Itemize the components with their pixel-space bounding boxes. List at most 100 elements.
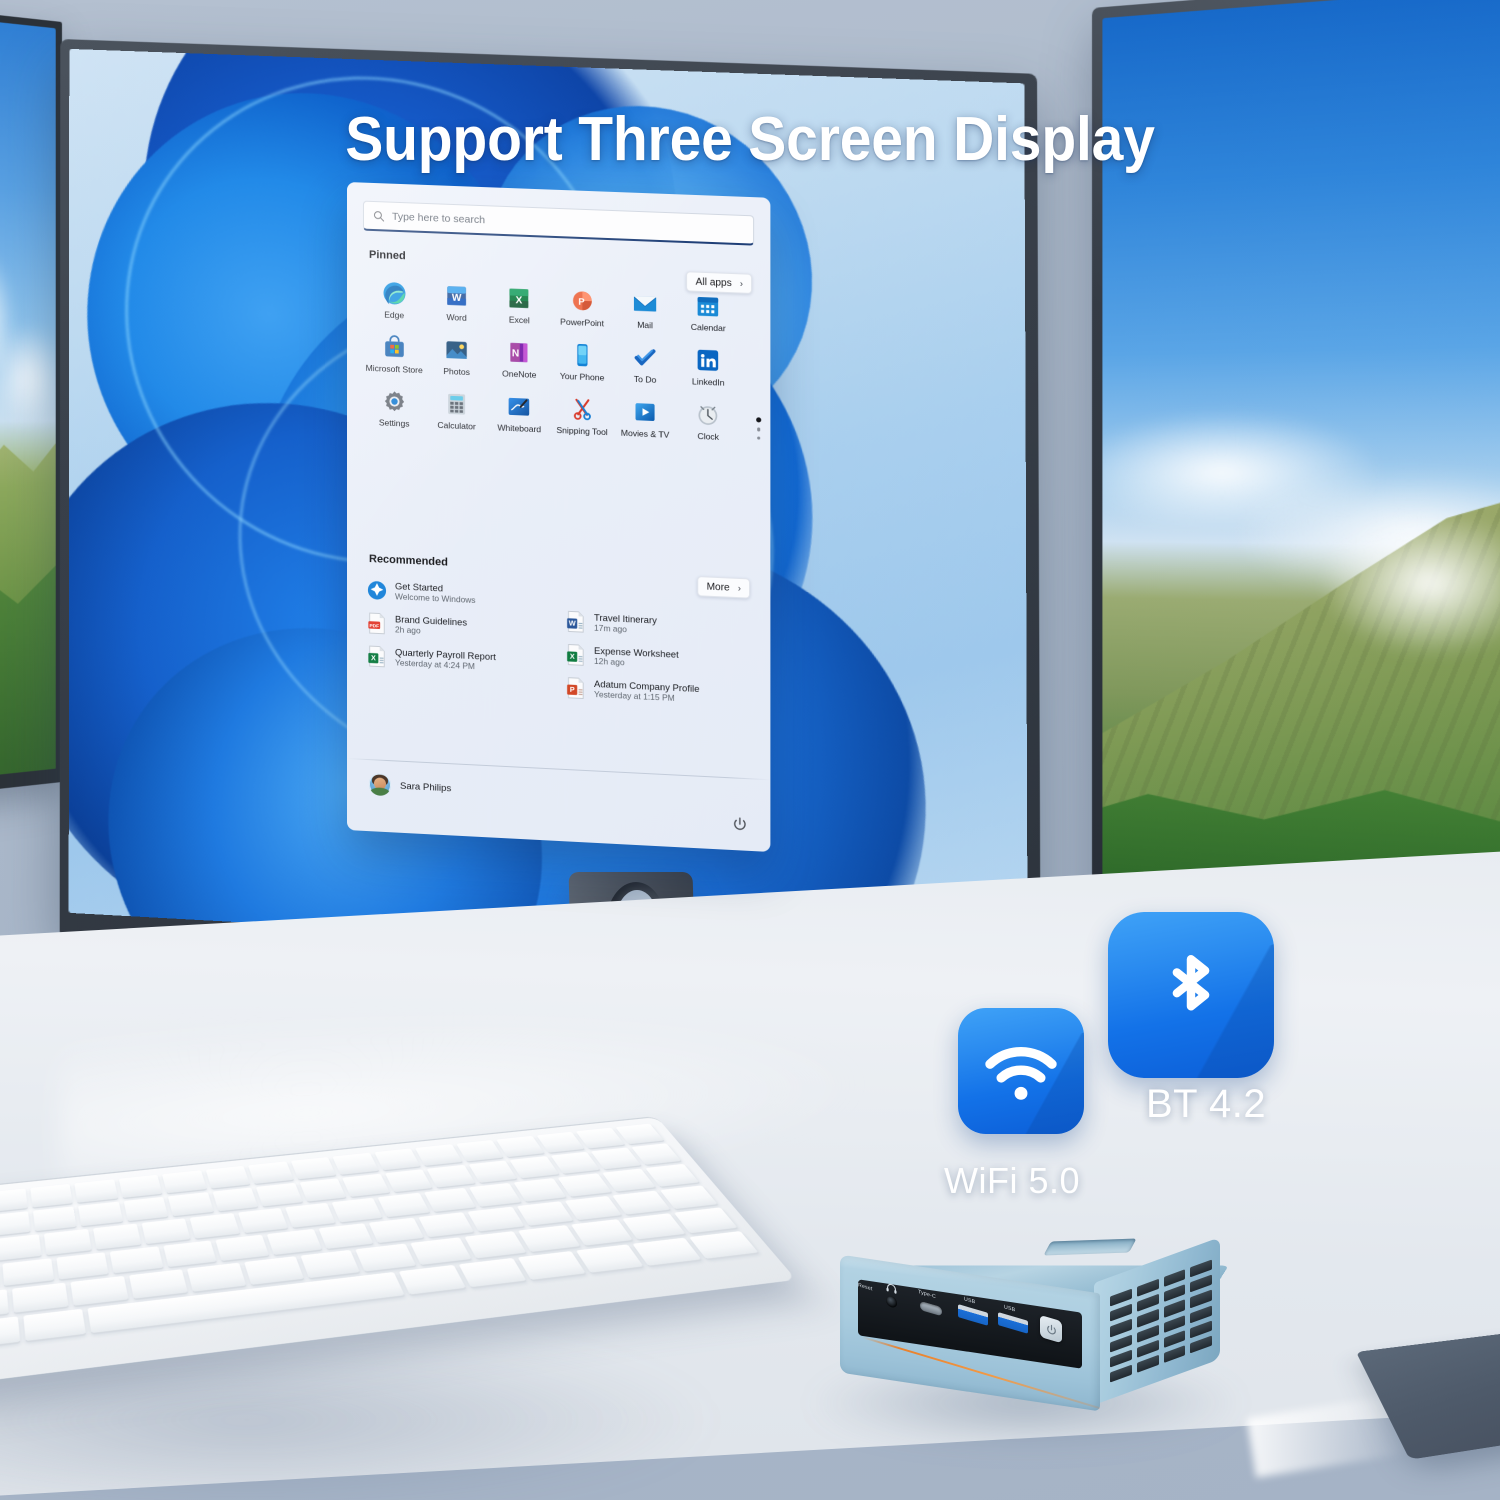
svg-text:W: W	[569, 619, 576, 628]
user-account-button[interactable]: Sara Philips	[368, 773, 452, 799]
powerpoint-icon: P	[572, 291, 592, 311]
pinned-app-excel[interactable]: X Excel	[488, 282, 551, 327]
pinned-apps-grid[interactable]: Edge W Word X Excel P PowerPoint Mail Ca…	[363, 277, 740, 443]
recommended-column-right[interactable]: W Travel Itinerary 17m ago X Expense Wor…	[566, 610, 758, 708]
pinned-app-calculator[interactable]: Calculator	[425, 387, 488, 432]
pagination-dot[interactable]	[756, 436, 761, 440]
recommended-section-title: Recommended	[368, 553, 448, 569]
pinned-app-word[interactable]: W Word	[425, 279, 488, 324]
app-label: To Do	[633, 373, 657, 385]
word-file-icon: W	[566, 610, 586, 633]
svg-text:X: X	[371, 653, 376, 662]
wifi-icon	[958, 1008, 1084, 1134]
list-item[interactable]: X Quarterly Payroll Report Yesterday at …	[367, 645, 558, 676]
calendar-icon	[697, 296, 719, 317]
pinned-app-calendar[interactable]: Calendar	[677, 289, 740, 334]
app-label: Whiteboard	[497, 422, 542, 435]
app-label: Edge	[384, 309, 405, 321]
app-label: LinkedIn	[691, 376, 725, 388]
excel-icon: X	[509, 288, 529, 309]
item-subtitle: Welcome to Windows	[394, 591, 476, 606]
left-monitor-screen	[0, 17, 56, 780]
pinned-app-photos[interactable]: Photos	[425, 333, 488, 378]
pinned-app-clock[interactable]: Clock	[677, 398, 740, 443]
mail-icon	[633, 296, 657, 312]
app-label: Clock	[697, 430, 719, 442]
pinned-pagination-dots[interactable]	[756, 417, 762, 440]
app-label: Word	[446, 311, 467, 323]
list-item[interactable]: W Travel Itinerary 17m ago	[566, 610, 758, 641]
svg-text:P: P	[570, 685, 575, 694]
pagination-dot[interactable]	[756, 427, 761, 432]
search-icon	[373, 210, 384, 221]
avatar	[368, 773, 391, 797]
word-icon: W	[447, 286, 466, 306]
list-item[interactable]: X Expense Worksheet 12h ago	[566, 643, 758, 674]
pinned-app-to-do[interactable]: To Do	[614, 341, 677, 386]
pdf-file-icon: PDF	[368, 612, 385, 634]
photos-icon	[446, 341, 467, 359]
app-label: Excel	[508, 314, 530, 326]
pinned-app-powerpoint[interactable]: P PowerPoint	[551, 284, 614, 329]
svg-text:P: P	[578, 297, 584, 307]
recommended-column-left[interactable]: Get Started Welcome to Windows PDF Brand…	[367, 579, 558, 676]
app-label: Snipping Tool	[556, 424, 608, 438]
powerpoint-file-icon: P	[566, 677, 586, 700]
app-label: Photos	[443, 365, 470, 378]
app-label: Mail	[637, 319, 653, 331]
bluetooth-label: BT 4.2	[1146, 1082, 1267, 1126]
svg-text:X: X	[570, 652, 575, 661]
list-item[interactable]: PDF Brand Guidelines 2h ago	[367, 612, 558, 643]
to-do-icon	[631, 344, 658, 372]
app-label: Calculator	[437, 419, 476, 432]
wifi-label: WiFi 5.0	[944, 1160, 1081, 1201]
movies-tv-icon	[635, 403, 655, 422]
pinned-app-microsoft-store[interactable]: Microsoft Store	[363, 331, 425, 376]
pinned-app-mail[interactable]: Mail	[614, 287, 677, 332]
onenote-icon: N	[510, 342, 528, 363]
left-monitor	[0, 9, 63, 795]
pinned-app-settings[interactable]: Settings	[363, 385, 425, 430]
mini-pc: Reset Type-C USB USB	[826, 1232, 1230, 1412]
pinned-app-linkedin[interactable]: LinkedIn	[677, 343, 740, 388]
pinned-app-edge[interactable]: Edge	[363, 277, 425, 322]
power-icon	[1046, 1324, 1056, 1334]
pinned-app-your-phone[interactable]: Your Phone	[551, 338, 614, 383]
search-input[interactable]: Type here to search	[362, 200, 755, 246]
more-label: More	[706, 581, 730, 594]
pinned-app-onenote[interactable]: N OneNote	[488, 336, 551, 381]
product-scene: Type here to search Pinned All apps › Ed…	[0, 0, 1500, 1500]
windows-start-menu[interactable]: Type here to search Pinned All apps › Ed…	[347, 182, 771, 852]
app-label: Settings	[378, 417, 410, 429]
linkedin-icon	[697, 349, 719, 371]
get-started-icon	[367, 580, 386, 600]
pinned-app-whiteboard[interactable]: Whiteboard	[488, 390, 551, 435]
svg-text:PDF: PDF	[369, 623, 379, 629]
pinned-app-snipping-tool[interactable]: Snipping Tool	[551, 393, 614, 438]
app-label: Calendar	[690, 321, 726, 334]
clock-icon	[695, 401, 722, 426]
edge-icon	[382, 282, 405, 305]
app-label: Movies & TV	[620, 427, 670, 440]
pinned-app-movies-tv[interactable]: Movies & TV	[614, 395, 677, 440]
pagination-dot-active[interactable]	[756, 417, 762, 423]
app-label: PowerPoint	[560, 316, 604, 329]
start-search-wrapper[interactable]: Type here to search	[362, 200, 755, 246]
your-phone-icon	[576, 343, 588, 367]
bluetooth-icon	[1108, 912, 1274, 1078]
page-title: Support Three Screen Display	[345, 105, 1155, 174]
mini-pc-top-slot	[1043, 1238, 1137, 1256]
more-button[interactable]: More ›	[697, 576, 751, 599]
settings-icon	[384, 390, 404, 411]
list-item[interactable]: P Adatum Company Profile Yesterday at 1:…	[566, 677, 758, 708]
user-name: Sara Philips	[399, 780, 452, 794]
microsoft-store-icon	[384, 334, 403, 357]
app-label: OneNote	[502, 368, 537, 380]
power-icon[interactable]	[732, 816, 748, 833]
all-apps-label: All apps	[695, 276, 732, 289]
calculator-icon	[448, 393, 466, 415]
app-label: Microsoft Store	[365, 362, 423, 376]
list-item[interactable]: Get Started Welcome to Windows	[367, 579, 558, 610]
search-placeholder: Type here to search	[391, 210, 486, 226]
svg-text:W: W	[452, 293, 462, 304]
